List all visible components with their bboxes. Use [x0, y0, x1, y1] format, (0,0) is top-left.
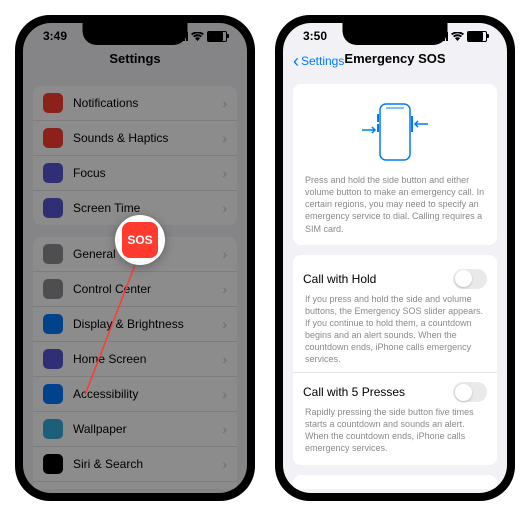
phone-right: 3:50 Settings Emergency SOS Press and ho… — [275, 15, 515, 501]
row-icon — [43, 384, 63, 404]
page-title: Settings — [23, 45, 247, 74]
phone-illustration — [303, 94, 487, 174]
option-desc: Rapidly pressing the side button five ti… — [303, 406, 487, 455]
row-label: Sounds & Haptics — [73, 131, 222, 145]
row-icon — [43, 93, 63, 113]
sos-icon: SOS — [122, 222, 158, 258]
divider — [293, 372, 497, 373]
chevron-right-icon: › — [222, 95, 227, 111]
chevron-right-icon: › — [222, 316, 227, 332]
chevron-right-icon: › — [222, 351, 227, 367]
row-label: Display & Brightness — [73, 317, 222, 331]
chevron-right-icon: › — [222, 246, 227, 262]
row-label: Notifications — [73, 96, 222, 110]
settings-row-notifications[interactable]: Notifications› — [33, 86, 237, 121]
notch — [83, 23, 188, 45]
option-desc: If you press and hold the side and volum… — [303, 293, 487, 366]
row-label: Accessibility — [73, 387, 222, 401]
page-title: Emergency SOS — [344, 51, 445, 66]
row-icon — [43, 244, 63, 264]
chevron-right-icon: › — [222, 200, 227, 216]
chevron-right-icon: › — [222, 456, 227, 472]
chevron-right-icon: › — [222, 421, 227, 437]
status-time: 3:50 — [303, 29, 327, 43]
row-icon — [43, 163, 63, 183]
chevron-right-icon: › — [222, 386, 227, 402]
settings-row-focus[interactable]: Focus› — [33, 156, 237, 191]
toggle-switch[interactable] — [453, 382, 487, 402]
row-icon — [43, 198, 63, 218]
battery-icon — [207, 31, 227, 42]
wifi-icon — [451, 32, 464, 41]
sos-callout: SOS — [115, 215, 165, 265]
settings-row-siri-search[interactable]: Siri & Search› — [33, 447, 237, 482]
row-label: Focus — [73, 166, 222, 180]
phone-left: 3:49 Settings Notifications›Sounds & Hap… — [15, 15, 255, 501]
sos-settings[interactable]: Press and hold the side button and eithe… — [283, 74, 507, 489]
row-icon — [43, 454, 63, 474]
toggle-switch[interactable] — [453, 269, 487, 289]
row-icon — [43, 279, 63, 299]
battery-icon — [467, 31, 487, 42]
setup-contacts-link[interactable]: Set up Emergency Contacts in Health — [303, 485, 487, 489]
intro-desc: Press and hold the side button and eithe… — [303, 174, 487, 235]
back-button[interactable]: Settings — [293, 51, 344, 72]
settings-row-control-center[interactable]: Control Center› — [33, 272, 237, 307]
settings-row-sounds-haptics[interactable]: Sounds & Haptics› — [33, 121, 237, 156]
settings-list[interactable]: Notifications›Sounds & Haptics›Focus›Scr… — [23, 74, 247, 489]
row-label: Siri & Search — [73, 457, 222, 471]
settings-row-face-id-passcode[interactable]: Face ID & Passcode› — [33, 482, 237, 489]
row-label: Screen Time — [73, 201, 222, 215]
notch — [343, 23, 448, 45]
settings-row-accessibility[interactable]: Accessibility› — [33, 377, 237, 412]
settings-row-wallpaper[interactable]: Wallpaper› — [33, 412, 237, 447]
wifi-icon — [191, 32, 204, 41]
row-icon — [43, 128, 63, 148]
row-icon — [43, 419, 63, 439]
chevron-right-icon: › — [222, 130, 227, 146]
settings-row-display-brightness[interactable]: Display & Brightness› — [33, 307, 237, 342]
row-icon — [43, 349, 63, 369]
row-label: Wallpaper — [73, 422, 222, 436]
toggle-label: Call with 5 Presses — [303, 385, 405, 399]
call-5-presses-row[interactable]: Call with 5 Presses — [303, 378, 487, 406]
chevron-right-icon: › — [222, 281, 227, 297]
nav-bar: Settings Emergency SOS — [283, 45, 507, 74]
status-time: 3:49 — [43, 29, 67, 43]
row-icon — [43, 314, 63, 334]
chevron-right-icon: › — [222, 165, 227, 181]
toggle-label: Call with Hold — [303, 272, 376, 286]
row-label: Home Screen — [73, 352, 222, 366]
row-label: Control Center — [73, 282, 222, 296]
settings-row-home-screen[interactable]: Home Screen› — [33, 342, 237, 377]
call-with-hold-row[interactable]: Call with Hold — [303, 265, 487, 293]
